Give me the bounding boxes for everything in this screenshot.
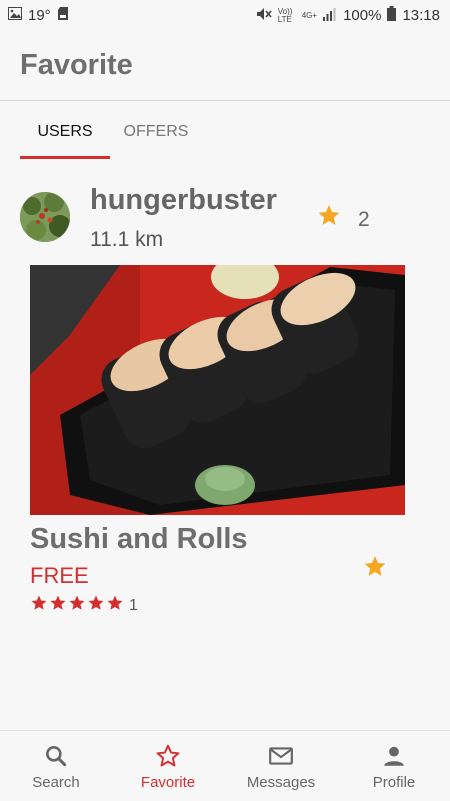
nav-label-messages: Messages [246, 774, 316, 791]
person-icon [381, 743, 407, 769]
search-icon [43, 743, 69, 769]
user-item[interactable]: hungerbuster 11.1 km 2 [20, 184, 430, 258]
favorite-star-icon[interactable] [362, 554, 388, 584]
tab-offers[interactable]: OFFERS [115, 110, 197, 158]
offer-image[interactable] [30, 265, 405, 515]
nav-label-profile: Profile [372, 774, 416, 791]
bottom-nav: Search Favorite Messages Profile [0, 730, 450, 801]
network-label: 4G+ [301, 11, 318, 20]
rating-star-icon [68, 594, 86, 617]
nav-messages[interactable]: Messages [225, 731, 337, 801]
battery-icon [387, 6, 397, 25]
temperature-text: 19° [28, 7, 51, 24]
rating-star-icon [30, 594, 48, 617]
nav-label-favorite: Favorite [140, 774, 196, 791]
status-bar: 19° Vo)) LTE 4G+ 100% 13:18 [0, 0, 450, 32]
sd-card-icon [57, 7, 69, 24]
favorite-count: 2 [358, 208, 370, 231]
offer-price: FREE [30, 563, 89, 588]
mail-icon [268, 743, 294, 769]
rating-star-icon [49, 594, 67, 617]
username: hungerbuster [90, 184, 277, 216]
nav-label-search: Search [32, 774, 80, 791]
battery-percent: 100% [343, 7, 382, 24]
avatar[interactable] [20, 192, 70, 242]
nav-search[interactable]: Search [0, 731, 112, 801]
page-title: Favorite [20, 49, 133, 81]
offer-title[interactable]: Sushi and Rolls [30, 523, 248, 556]
app-bar: Favorite [0, 32, 450, 101]
star-outline-icon [155, 743, 181, 769]
mute-icon [256, 7, 272, 25]
status-right: Vo)) LTE 4G+ 100% 13:18 [256, 6, 440, 25]
user-distance: 11.1 km [90, 228, 164, 251]
signal-icon [323, 7, 337, 25]
rating-count: 1 [129, 596, 138, 614]
tab-users[interactable]: USERS [20, 110, 110, 158]
nav-profile[interactable]: Profile [338, 731, 450, 801]
rating-star-icon [87, 594, 105, 617]
rating-star-icon [106, 594, 124, 617]
star-filled-icon[interactable] [316, 203, 342, 233]
rating: 1 [30, 594, 138, 617]
status-left: 19° [8, 7, 69, 24]
image-notification-icon [8, 7, 22, 24]
volte-label: Vo)) LTE [277, 6, 293, 24]
tab-indicator [20, 156, 110, 159]
clock-text: 13:18 [402, 7, 440, 24]
tab-bar: USERS OFFERS [20, 110, 430, 160]
nav-favorite[interactable]: Favorite [112, 731, 224, 801]
